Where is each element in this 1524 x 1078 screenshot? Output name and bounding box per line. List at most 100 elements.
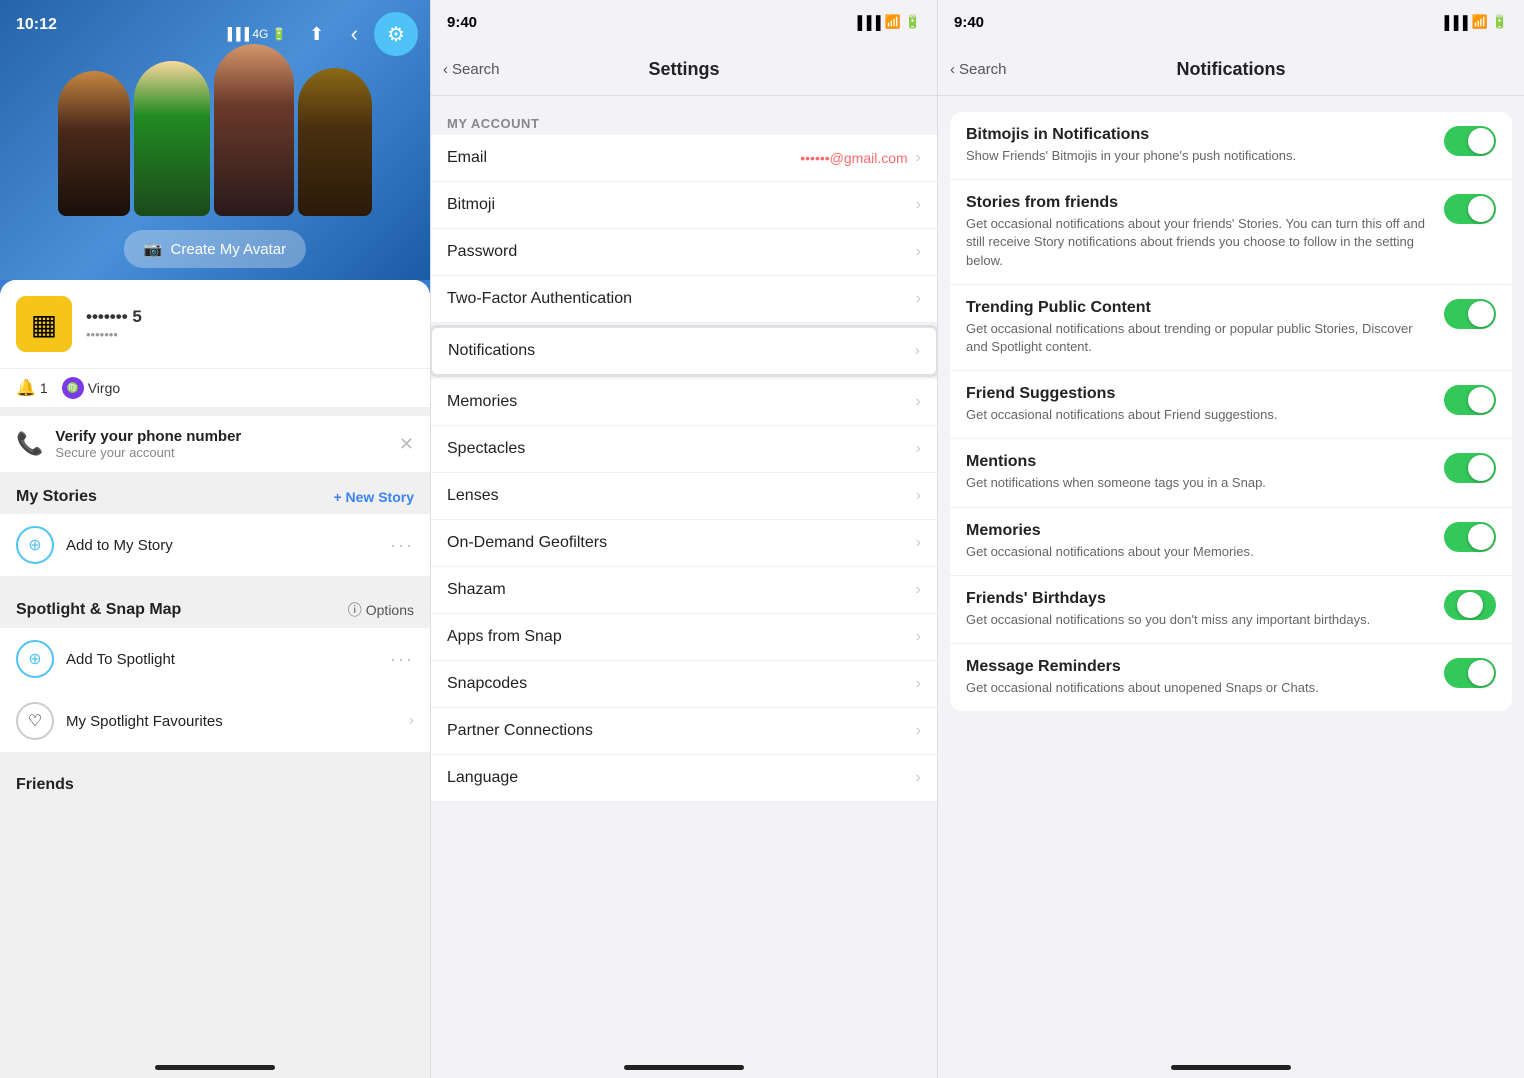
- toggle-thumb-bitmojis-in-notifications: [1468, 128, 1494, 154]
- notif-title-bitmojis-in-notifications: Bitmojis in Notifications: [966, 126, 1432, 144]
- zodiac-label: Virgo: [88, 380, 120, 396]
- settings-snapcodes-item[interactable]: Snapcodes ›: [431, 661, 937, 708]
- avatar-figure-4: [298, 68, 372, 216]
- settings-email-item[interactable]: Email ••••••@gmail.com ›: [431, 135, 937, 182]
- notif-item-message-reminders: Message Reminders Get occasional notifica…: [950, 644, 1512, 711]
- partner-connections-label: Partner Connections: [447, 722, 593, 740]
- toggle-trending-public-content[interactable]: [1444, 299, 1496, 329]
- heart-icon: ♡: [16, 702, 54, 740]
- qr-code[interactable]: ▦: [16, 296, 72, 352]
- settings-password-item[interactable]: Password ›: [431, 229, 937, 276]
- toggle-message-reminders[interactable]: [1444, 658, 1496, 688]
- settings-header: ‹ Search Settings: [431, 44, 937, 96]
- settings-memories-item[interactable]: Memories ›: [431, 379, 937, 426]
- toggle-mentions[interactable]: [1444, 453, 1496, 483]
- memories-chevron: ›: [916, 393, 921, 411]
- snapcodes-chevron: ›: [916, 675, 921, 693]
- battery-icon-p2: 🔋: [905, 14, 921, 30]
- spectacles-label: Spectacles: [447, 440, 525, 458]
- toggle-friends-birthdays[interactable]: [1444, 590, 1496, 620]
- add-to-story-label: Add to My Story: [66, 537, 378, 554]
- notif-desc-message-reminders: Get occasional notifications about unope…: [966, 679, 1432, 697]
- options-button[interactable]: ⓘ Options: [348, 600, 414, 620]
- settings-notifications-item[interactable]: Notifications ›: [431, 327, 937, 375]
- notifications-time: 9:40: [954, 14, 984, 31]
- notifications-chevron: ›: [915, 342, 920, 360]
- story-more-icon[interactable]: ···: [390, 535, 414, 556]
- settings-on-demand-item[interactable]: On-Demand Geofilters ›: [431, 520, 937, 567]
- settings-panel: 9:40 ▐▐▐ 📶 🔋 ‹ Search Settings MY ACCOUN…: [430, 0, 938, 1078]
- spotlight-more-icon[interactable]: ···: [390, 649, 414, 670]
- add-to-story-item[interactable]: ⊕ Add to My Story ···: [0, 514, 430, 576]
- new-story-button[interactable]: + New Story: [333, 489, 414, 505]
- shazam-label: Shazam: [447, 581, 506, 599]
- email-value: ••••••@gmail.com: [800, 150, 907, 166]
- notif-desc-friend-suggestions: Get occasional notifications about Frien…: [966, 406, 1432, 424]
- notifications-list: Bitmojis in Notifications Show Friends' B…: [950, 112, 1512, 711]
- toggle-memories[interactable]: [1444, 522, 1496, 552]
- spectacles-chevron: ›: [916, 440, 921, 458]
- toggle-friend-suggestions[interactable]: [1444, 385, 1496, 415]
- verify-close-button[interactable]: ✕: [399, 434, 414, 455]
- notifications-back-button[interactable]: ‹ Search: [950, 61, 1007, 78]
- settings-bitmoji-item[interactable]: Bitmoji ›: [431, 182, 937, 229]
- wifi-icon-p2: 📶: [885, 14, 901, 30]
- notif-title-stories-from-friends: Stories from friends: [966, 194, 1432, 212]
- toggle-thumb-memories: [1468, 524, 1494, 550]
- create-avatar-button[interactable]: 📷 Create My Avatar: [124, 230, 306, 268]
- notif-item-bitmojis-in-notifications: Bitmojis in Notifications Show Friends' B…: [950, 112, 1512, 180]
- notif-item-friend-suggestions: Friend SuggestionsGet occasional notific…: [950, 371, 1512, 439]
- signal-icon-p3: ▐▐▐: [1440, 15, 1468, 30]
- two-factor-chevron: ›: [916, 290, 921, 308]
- settings-list: MY ACCOUNT Email ••••••@gmail.com › Bitm…: [431, 96, 937, 1054]
- settings-spectacles-item[interactable]: Spectacles ›: [431, 426, 937, 473]
- back-button-p1[interactable]: ‹: [347, 17, 362, 51]
- streak-area: 🔔 1 ♍ Virgo: [0, 369, 430, 408]
- verify-title: Verify your phone number: [55, 428, 387, 445]
- settings-language-item[interactable]: Language ›: [431, 755, 937, 802]
- home-indicator-p3: [1171, 1065, 1291, 1070]
- notif-item-trending-public-content: Trending Public Content Get occasional no…: [950, 285, 1512, 371]
- notif-desc-bitmojis-in-notifications: Show Friends' Bitmojis in your phone's p…: [966, 147, 1432, 165]
- streak-item: 🔔 1: [16, 378, 48, 398]
- settings-apps-from-snap-item[interactable]: Apps from Snap ›: [431, 614, 937, 661]
- notif-item-friends-birthdays: Friends' BirthdaysGet occasional notific…: [950, 576, 1512, 644]
- signal-icon-p2: ▐▐▐: [853, 15, 881, 30]
- settings-time: 9:40: [447, 14, 477, 31]
- notif-desc-trending-public-content: Get occasional notifications about trend…: [966, 320, 1432, 356]
- battery-icon-p3: 🔋: [1492, 14, 1508, 30]
- spotlight-add-icon: ⊕: [16, 640, 54, 678]
- upload-button[interactable]: ⬆: [299, 16, 335, 52]
- chevron-right-icon: ›: [409, 712, 414, 730]
- apps-from-snap-chevron: ›: [916, 628, 921, 646]
- settings-partner-connections-item[interactable]: Partner Connections ›: [431, 708, 937, 755]
- notif-title-friends-birthdays: Friends' Birthdays: [966, 590, 1432, 608]
- add-to-spotlight-item[interactable]: ⊕ Add To Spotlight ···: [0, 628, 430, 690]
- settings-gear-button[interactable]: ⚙: [374, 12, 418, 56]
- two-factor-label: Two-Factor Authentication: [447, 290, 632, 308]
- settings-lenses-item[interactable]: Lenses ›: [431, 473, 937, 520]
- avatar-background: 10:12 ▐▐▐ 4G 🔋 ⬆ ‹ ⚙ 📷 Create My Avatar: [0, 0, 430, 280]
- partner-connections-chevron: ›: [916, 722, 921, 740]
- settings-2fa-item[interactable]: Two-Factor Authentication ›: [431, 276, 937, 323]
- avatar-figure-1: [58, 71, 130, 216]
- settings-status-icons: ▐▐▐ 📶 🔋: [853, 14, 921, 30]
- notif-title-trending-public-content: Trending Public Content: [966, 299, 1432, 317]
- my-spotlight-favourites-item[interactable]: ♡ My Spotlight Favourites ›: [0, 690, 430, 752]
- zodiac-icon: ♍: [62, 377, 84, 399]
- on-demand-label: On-Demand Geofilters: [447, 534, 607, 552]
- toggle-stories-from-friends[interactable]: [1444, 194, 1496, 224]
- notif-text-memories: MemoriesGet occasional notifications abo…: [966, 522, 1432, 561]
- toggle-thumb-mentions: [1468, 455, 1494, 481]
- profile-body: ▦ ••••••• 5 ••••••• 🔔 1 ♍ Virgo 📞 Verify…: [0, 280, 430, 1078]
- notifications-header: ‹ Search Notifications: [938, 44, 1524, 96]
- notif-item-mentions: MentionsGet notifications when someone t…: [950, 439, 1512, 507]
- notifications-panel: 9:40 ▐▐▐ 📶 🔋 ‹ Search Notifications Bitm…: [938, 0, 1524, 1078]
- settings-back-button[interactable]: ‹ Search: [443, 61, 500, 78]
- language-label: Language: [447, 769, 518, 787]
- toggle-bitmojis-in-notifications[interactable]: [1444, 126, 1496, 156]
- settings-shazam-item[interactable]: Shazam ›: [431, 567, 937, 614]
- verify-sub: Secure your account: [55, 445, 387, 460]
- streak-icon: 🔔: [16, 378, 36, 398]
- notif-title-message-reminders: Message Reminders: [966, 658, 1432, 676]
